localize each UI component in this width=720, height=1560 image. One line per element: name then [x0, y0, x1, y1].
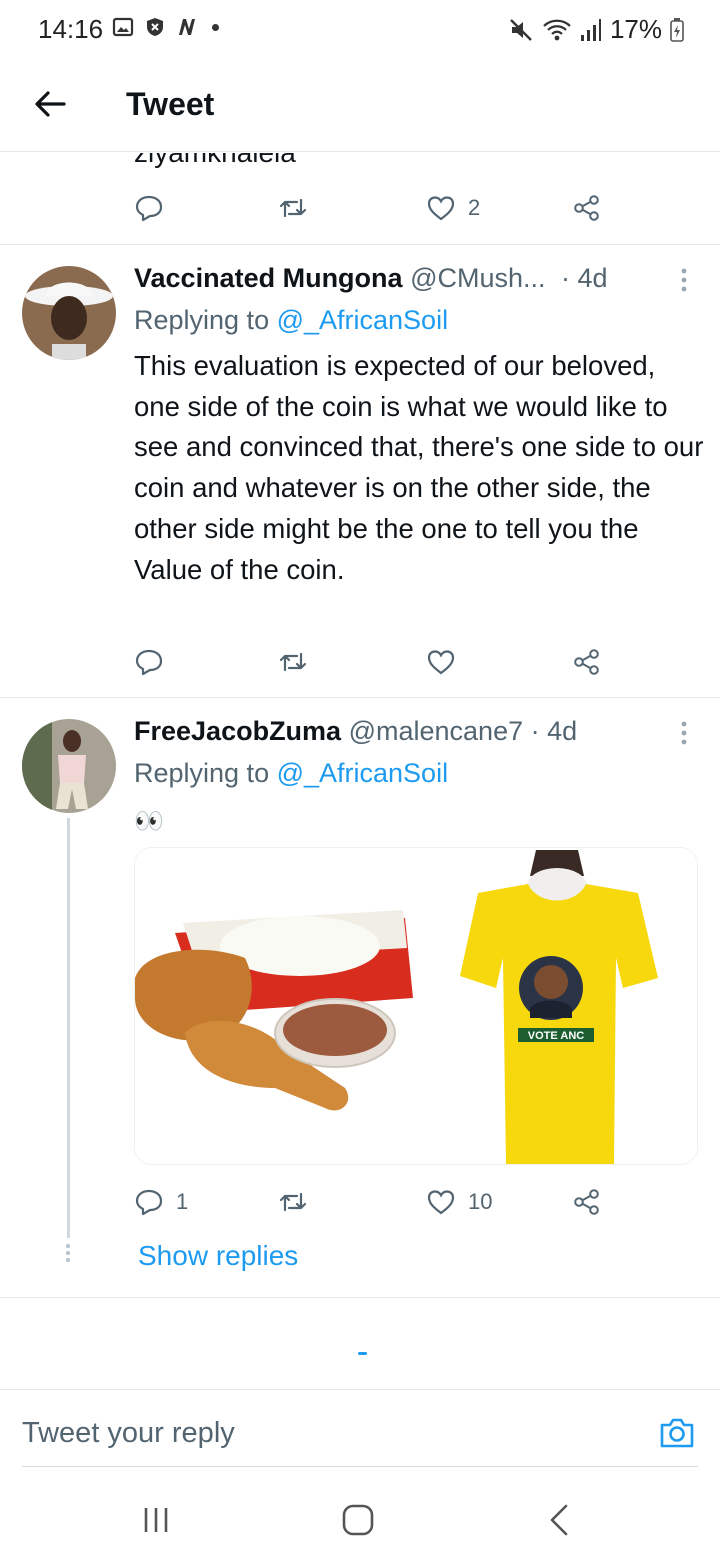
like-count: 2 — [468, 195, 481, 220]
system-nav-bar — [0, 1470, 720, 1560]
reply-button[interactable] — [134, 193, 164, 223]
media-image-tshirt[interactable]: VOTE ANC — [418, 848, 697, 1164]
tweet-time: · 4d — [561, 263, 608, 293]
thread-dots — [65, 1241, 71, 1265]
tweet-card[interactable]: FreeJacobZuma @malencane7 · 4d Replying … — [0, 698, 720, 1298]
display-name[interactable]: FreeJacobZuma — [134, 716, 341, 746]
camera-icon[interactable] — [658, 1414, 696, 1452]
anc-yellow-tshirt-image: VOTE ANC — [418, 848, 697, 1164]
like-button[interactable]: 10 — [426, 1187, 492, 1217]
share-icon — [574, 195, 599, 221]
back-arrow-icon[interactable] — [30, 84, 70, 124]
retweet-icon — [279, 1192, 307, 1212]
wifi-icon — [543, 19, 571, 40]
replying-label: Replying to — [134, 758, 277, 788]
display-name[interactable]: Vaccinated Mungona — [134, 263, 403, 293]
heart-icon — [427, 650, 455, 675]
retweet-button[interactable] — [278, 193, 308, 223]
thread-line — [67, 818, 70, 1238]
tweet-header: FreeJacobZuma @malencane7 · 4d — [134, 716, 674, 747]
shirt-text: VOTE ANC — [528, 1030, 584, 1042]
signal-icon — [580, 18, 601, 41]
tweet-card[interactable]: Vaccinated Mungona @CMush... · 4d Replyi… — [0, 245, 720, 698]
reply-input[interactable]: Tweet your reply — [22, 1417, 235, 1450]
retweet-icon — [279, 652, 307, 672]
partial-tweet[interactable]: ziyamkhalela 2 — [0, 153, 720, 245]
replying-to: Replying to @_AfricanSoil — [134, 305, 448, 336]
tweet-actions: 2 — [134, 193, 614, 233]
share-button[interactable] — [572, 193, 602, 223]
home-button[interactable] — [338, 1500, 378, 1540]
recents-button[interactable] — [136, 1500, 176, 1540]
tweet-text: ziyamkhalela — [134, 153, 296, 169]
battery-level: 17% — [609, 14, 662, 44]
reply-button[interactable]: 1 — [134, 1187, 188, 1217]
tweet-text: This evaluation is expected of our belov… — [134, 350, 704, 585]
media-grid: VOTE ANC — [134, 847, 698, 1165]
like-button[interactable] — [426, 647, 456, 677]
tweet-actions: 1 10 — [134, 1187, 614, 1227]
mute-icon — [510, 18, 532, 41]
retweet-icon — [279, 198, 307, 218]
show-replies-link[interactable]: Show replies — [138, 1240, 298, 1272]
avatar[interactable] — [22, 266, 116, 360]
media-image-fried-chicken[interactable] — [135, 848, 414, 1164]
user-photo — [22, 719, 116, 813]
heart-icon — [427, 196, 455, 221]
mention-link[interactable]: @_AfricanSoil — [277, 305, 448, 335]
page-title: Tweet — [126, 86, 215, 122]
shield-icon — [147, 18, 163, 36]
tweet-text: 👀 — [134, 808, 164, 835]
user-photo — [22, 266, 116, 360]
more-options-icon[interactable] — [676, 265, 692, 295]
tweet-time: · 4d — [530, 716, 578, 746]
share-icon — [574, 1189, 599, 1215]
reply-count: 1 — [176, 1189, 189, 1214]
share-button[interactable] — [572, 647, 602, 677]
share-icon — [574, 649, 599, 675]
replying-label: Replying to — [134, 305, 277, 335]
input-underline — [22, 1466, 698, 1467]
like-count: 10 — [468, 1189, 493, 1214]
notification-dot — [212, 23, 219, 31]
top-app-bar: Tweet — [0, 60, 720, 152]
reply-button[interactable] — [134, 647, 164, 677]
reply-icon — [135, 649, 163, 676]
status-bar: 14:16 17% — [0, 0, 720, 60]
loading-indicator — [358, 1352, 367, 1355]
avatar[interactable] — [22, 719, 116, 813]
heart-icon — [427, 1190, 455, 1215]
n-app-icon — [179, 19, 195, 35]
tweet-actions — [134, 647, 614, 687]
user-handle[interactable]: @CMush... — [410, 263, 545, 293]
replying-to: Replying to @_AfricanSoil — [134, 758, 448, 789]
mention-link[interactable]: @_AfricanSoil — [277, 758, 448, 788]
reply-icon — [135, 195, 163, 222]
retweet-button[interactable] — [278, 647, 308, 677]
back-nav-button[interactable] — [540, 1500, 580, 1540]
reply-composer: Tweet your reply — [0, 1389, 720, 1469]
gallery-icon — [112, 17, 134, 37]
share-button[interactable] — [572, 1187, 602, 1217]
status-left-icons — [112, 16, 219, 38]
reply-icon — [135, 1189, 163, 1216]
like-button[interactable]: 2 — [426, 193, 480, 223]
user-handle[interactable]: @malencane7 — [349, 716, 524, 746]
fried-chicken-meal-image — [135, 848, 413, 1164]
tweet-header: Vaccinated Mungona @CMush... · 4d — [134, 263, 674, 294]
status-time: 14:16 — [38, 14, 104, 44]
status-right-icons: 17% — [508, 14, 684, 45]
more-options-icon[interactable] — [676, 718, 692, 748]
retweet-button[interactable] — [278, 1187, 308, 1217]
battery-charging-icon — [670, 17, 684, 42]
